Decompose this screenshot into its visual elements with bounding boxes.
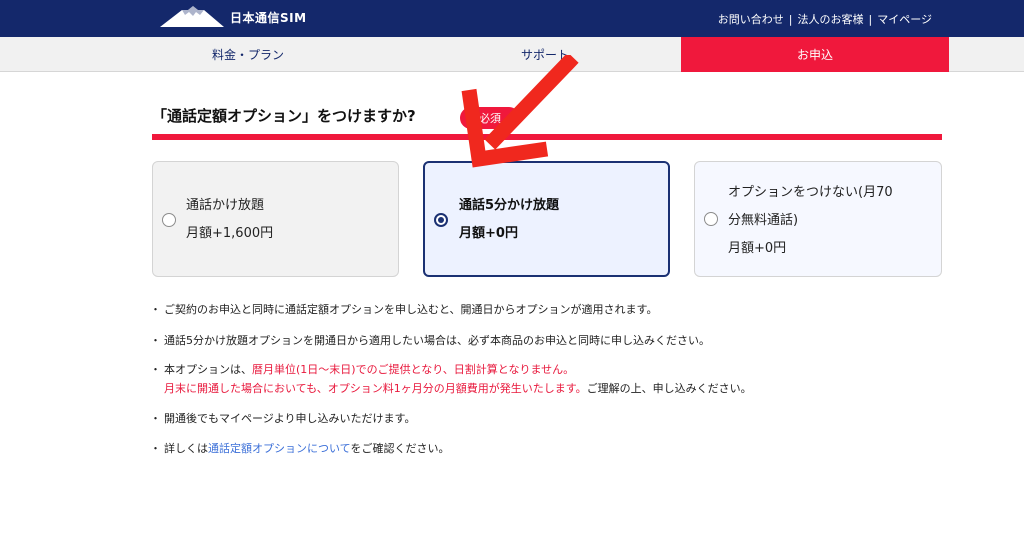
logo[interactable]: 日本通信SIM — [160, 4, 307, 30]
tab-apply[interactable]: お申込 — [681, 37, 949, 72]
option-price: 月額+0円 — [728, 241, 787, 256]
header-links: お問い合わせ | 法人のお客様 | マイページ — [718, 11, 932, 27]
note-text: 本オプションは、 — [164, 363, 252, 376]
radio-none[interactable] — [704, 212, 718, 226]
red-arrow-annotation — [461, 55, 579, 168]
logo-text: 日本通信SIM — [230, 10, 307, 25]
note-text: をご確認ください。 — [350, 442, 450, 455]
tab-plans[interactable]: 料金・プラン — [148, 37, 348, 72]
contact-link[interactable]: お問い合わせ — [718, 11, 784, 27]
note-text: 通話5分かけ放題オプションを開通日から適用したい場合は、必ず本商品のお申込と同時… — [164, 334, 710, 347]
option-price: 月額+0円 — [459, 226, 518, 241]
option-5min-calls[interactable]: 通話5分かけ放題 月額+0円 — [423, 161, 670, 277]
bullet: ・ — [150, 363, 161, 376]
mypage-link[interactable]: マイページ — [877, 11, 932, 27]
mount-fuji-icon — [160, 6, 224, 27]
note-warning: 月末に開通した場合においても、オプション料1ヶ月分の月額費用が発生いたします。 — [164, 382, 587, 395]
separator: | — [788, 12, 793, 26]
note-text: 開通後でもマイページより申し込みいただけます。 — [164, 412, 416, 425]
note-text: ご契約のお申込と同時に通話定額オプションを申し込むと、開通日からオプションが適用… — [164, 303, 658, 316]
separator: | — [868, 12, 873, 26]
option-label: オプションをつけない(月70 — [728, 185, 893, 200]
section-title: 「通話定額オプション」をつけますか? — [152, 107, 416, 125]
option-price: 月額+1,600円 — [186, 226, 274, 241]
corporate-link[interactable]: 法人のお客様 — [798, 11, 864, 27]
option-unlimited-calls[interactable]: 通話かけ放題 月額+1,600円 — [152, 161, 399, 277]
site-header: 日本通信SIM お問い合わせ | 法人のお客様 | マイページ — [0, 0, 1024, 37]
note-text: 詳しくは — [164, 442, 208, 455]
option-none[interactable]: オプションをつけない(月70 分無料通話) 月額+0円 — [694, 161, 942, 277]
bullet: ・ — [150, 412, 161, 425]
option-label: 通話かけ放題 — [186, 198, 265, 213]
note-text: ご理解の上、申し込みください。 — [586, 382, 752, 395]
bullet: ・ — [150, 334, 161, 347]
option-label: 通話5分かけ放題 — [459, 198, 560, 213]
radio-5min-selected[interactable] — [434, 213, 448, 227]
option-info-link[interactable]: 通話定額オプションについて — [208, 442, 350, 455]
note-warning: 暦月単位(1日〜末日)でのご提供となり、日割計算となりません。 — [252, 363, 575, 376]
bullet: ・ — [150, 442, 161, 455]
option-label-cont: 分無料通話) — [728, 213, 799, 228]
radio-unlimited[interactable] — [162, 213, 176, 227]
bullet: ・ — [150, 303, 161, 316]
